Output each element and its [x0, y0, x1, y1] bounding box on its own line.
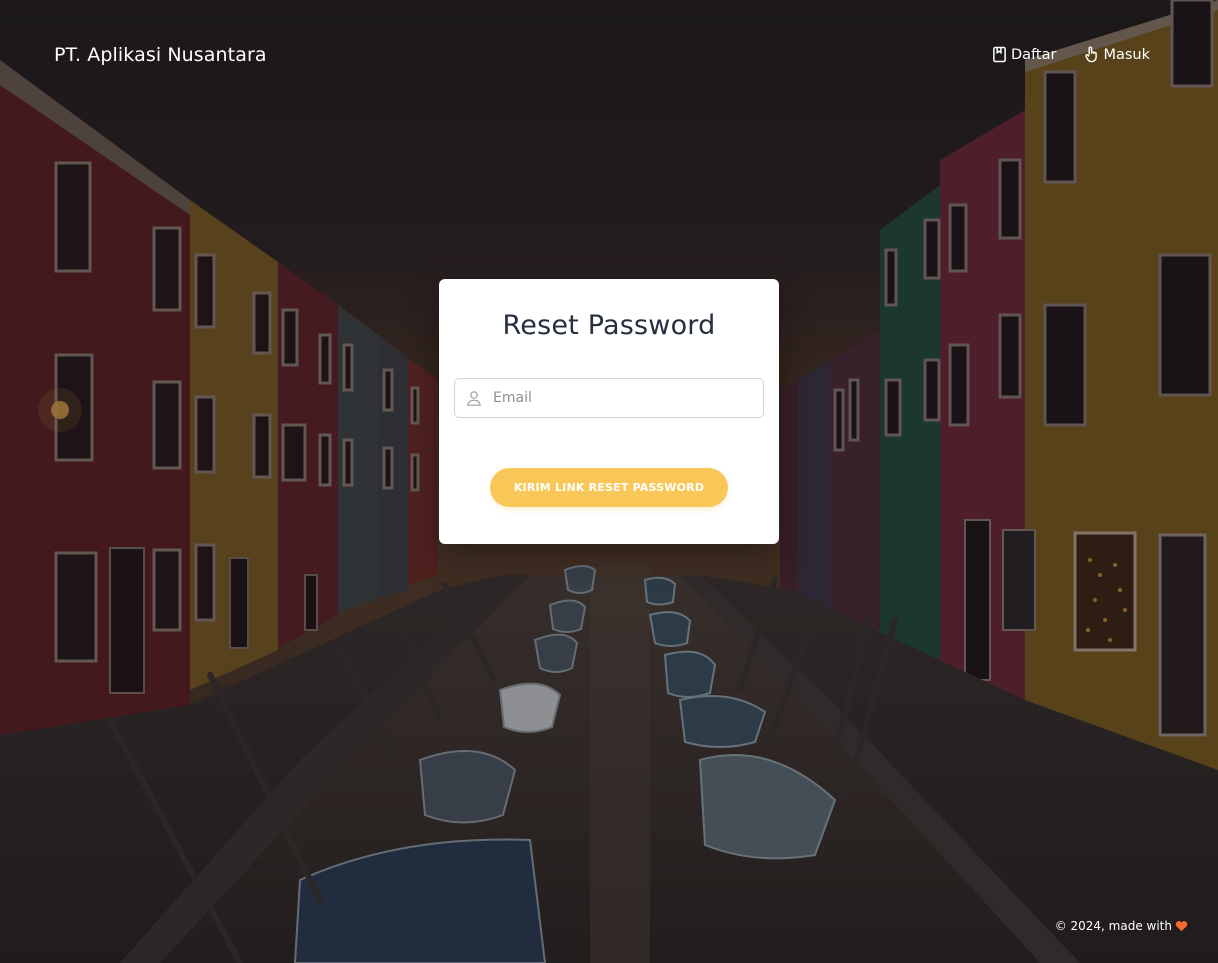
nav-link-masuk-label: Masuk	[1103, 46, 1150, 63]
footer: © 2024, made with	[1055, 919, 1188, 933]
brand-link[interactable]: PT. Aplikasi Nusantara	[54, 44, 267, 66]
card-title: Reset Password	[502, 310, 716, 341]
nav-link-daftar[interactable]: Daftar	[992, 46, 1056, 63]
nav-link-daftar-label: Daftar	[1011, 46, 1057, 63]
hand-pointer-icon	[1084, 46, 1099, 63]
reset-password-card: Reset Password Kirim Link Reset Password	[439, 279, 779, 544]
user-icon	[455, 379, 493, 417]
book-icon	[992, 46, 1007, 63]
heart-icon	[1175, 920, 1188, 932]
top-navbar: PT. Aplikasi Nusantara Daftar Masuk	[0, 0, 1218, 112]
footer-text: © 2024, made with	[1054, 919, 1172, 933]
send-reset-link-button[interactable]: Kirim Link Reset Password	[490, 468, 728, 507]
nav-links: Daftar Masuk	[992, 46, 1150, 63]
email-input[interactable]	[493, 380, 753, 416]
email-input-group	[454, 378, 764, 418]
nav-link-masuk[interactable]: Masuk	[1084, 46, 1150, 63]
